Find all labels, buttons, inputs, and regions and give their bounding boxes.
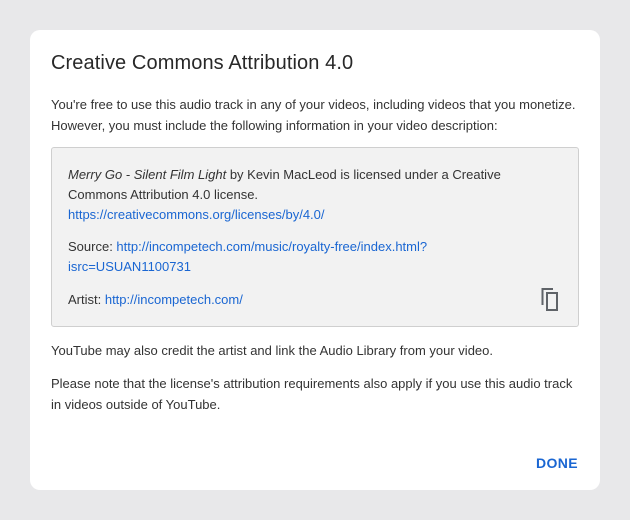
copy-button[interactable] bbox=[538, 285, 562, 313]
license-dialog: Creative Commons Attribution 4.0 You're … bbox=[30, 30, 600, 490]
dialog-title: Creative Commons Attribution 4.0 bbox=[51, 52, 354, 74]
copy-icon bbox=[541, 288, 558, 311]
attribution-artist: Artist: http://incompetech.com/ bbox=[68, 290, 508, 310]
license-note: Please note that the license's attributi… bbox=[51, 376, 573, 412]
source-label: Source: bbox=[68, 239, 117, 254]
intro-text: You're free to use this audio track in a… bbox=[51, 97, 576, 133]
attribution-box: Merry Go - Silent Film Light by Kevin Ma… bbox=[51, 147, 579, 327]
track-title: Merry Go - Silent Film Light bbox=[68, 167, 227, 182]
attribution-source: Source: http://incompetech.com/music/roy… bbox=[68, 237, 508, 277]
done-button[interactable]: DONE bbox=[530, 451, 584, 475]
license-link[interactable]: https://creativecommons.org/licenses/by/… bbox=[68, 207, 325, 222]
artist-link[interactable]: http://incompetech.com/ bbox=[105, 292, 243, 307]
credit-note: YouTube may also credit the artist and l… bbox=[51, 343, 493, 358]
artist-label: Artist: bbox=[68, 292, 105, 307]
source-link[interactable]: http://incompetech.com/music/royalty-fre… bbox=[68, 239, 427, 274]
attribution-credit: Merry Go - Silent Film Light by Kevin Ma… bbox=[68, 165, 508, 225]
